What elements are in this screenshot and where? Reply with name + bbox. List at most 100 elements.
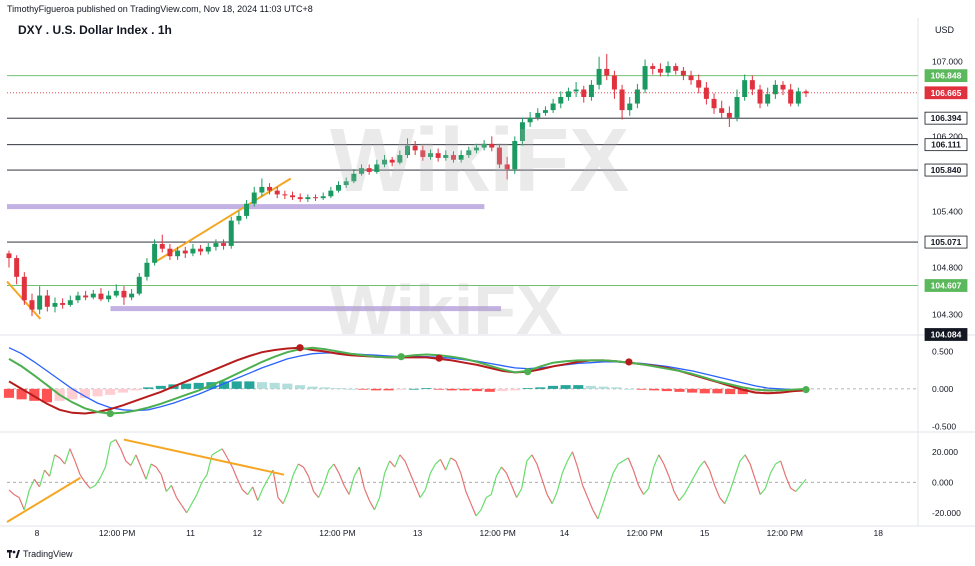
candle-body[interactable] (458, 155, 464, 160)
candle-body[interactable] (788, 89, 794, 104)
oscillator-trendline[interactable] (123, 438, 285, 476)
candle-body[interactable] (60, 303, 66, 305)
macd-cross-dot[interactable] (625, 358, 633, 366)
candle-body[interactable] (627, 103, 633, 111)
macd-cross-dot[interactable] (802, 386, 810, 394)
candle-body[interactable] (44, 295, 50, 307)
candle-body[interactable] (619, 89, 625, 111)
candle-body[interactable] (481, 143, 487, 148)
candle-body[interactable] (466, 150, 472, 156)
candle-body[interactable] (450, 155, 456, 160)
candle-body[interactable] (604, 68, 610, 76)
candle-body[interactable] (443, 155, 449, 158)
candle-body[interactable] (305, 197, 311, 200)
candle-body[interactable] (98, 293, 104, 300)
candle-body[interactable] (14, 258, 20, 277)
candle-body[interactable] (343, 181, 349, 186)
candle-body[interactable] (144, 262, 150, 277)
price-chart[interactable]: 107.000106.200105.400104.800104.300106.8… (0, 0, 975, 566)
candle-body[interactable] (113, 290, 119, 296)
candle-body[interactable] (550, 103, 556, 111)
candle-body[interactable] (121, 290, 127, 298)
candle-body[interactable] (320, 196, 326, 199)
candle-body[interactable] (136, 276, 142, 294)
candle-body[interactable] (588, 84, 594, 97)
candle-body[interactable] (405, 145, 410, 156)
candle-body[interactable] (757, 89, 763, 104)
candle-body[interactable] (382, 159, 388, 165)
candle-body[interactable] (198, 248, 204, 252)
macd-cross-dot[interactable] (524, 368, 532, 376)
candle-body[interactable] (435, 153, 441, 158)
candle-body[interactable] (412, 145, 418, 151)
candle-body[interactable] (175, 250, 181, 257)
candle-body[interactable] (565, 91, 571, 97)
candle-body[interactable] (267, 186, 273, 191)
candle-body[interactable] (680, 70, 686, 76)
candle-body[interactable] (397, 155, 403, 163)
macd-cross-dot[interactable] (397, 353, 405, 361)
candle-body[interactable] (496, 147, 502, 165)
macd-cross-dot[interactable] (435, 354, 443, 362)
candle-body[interactable] (558, 97, 564, 104)
candle-body[interactable] (519, 122, 525, 142)
candle-body[interactable] (313, 197, 319, 199)
candle-body[interactable] (772, 84, 778, 95)
candle-body[interactable] (673, 66, 679, 71)
candle-body[interactable] (213, 243, 219, 247)
candle-body[interactable] (535, 112, 541, 118)
candle-body[interactable] (290, 195, 296, 198)
candle-body[interactable] (328, 190, 334, 197)
macd-slow-line[interactable] (8, 346, 807, 415)
candle-body[interactable] (780, 84, 786, 90)
candle-body[interactable] (190, 248, 196, 254)
candle-body[interactable] (420, 150, 426, 157)
candle-body[interactable] (182, 250, 188, 254)
candle-body[interactable] (244, 203, 250, 216)
oscillator-pane[interactable] (6, 438, 918, 523)
candle-body[interactable] (21, 276, 27, 301)
candle-body[interactable] (159, 244, 165, 249)
candle-body[interactable] (581, 89, 587, 97)
oscillator-trendline[interactable] (6, 476, 81, 523)
candle-body[interactable] (742, 80, 748, 97)
tradingview-brand[interactable]: TradingView (7, 549, 73, 559)
candle-body[interactable] (634, 89, 640, 104)
candle-body[interactable] (336, 185, 342, 191)
candle-body[interactable] (359, 168, 365, 174)
candle-body[interactable] (129, 293, 135, 298)
candle-body[interactable] (259, 186, 265, 193)
candle-body[interactable] (152, 244, 158, 263)
candle-body[interactable] (167, 248, 173, 257)
candle-body[interactable] (803, 91, 809, 94)
candle-body[interactable] (703, 87, 709, 99)
candle-body[interactable] (90, 293, 96, 298)
candle-body[interactable] (696, 80, 702, 88)
candle-body[interactable] (297, 197, 303, 200)
candle-body[interactable] (6, 253, 12, 259)
candle-body[interactable] (29, 300, 35, 310)
candle-body[interactable] (274, 190, 280, 195)
candle-body[interactable] (75, 295, 81, 301)
candle-body[interactable] (726, 112, 732, 118)
candle-body[interactable] (657, 68, 663, 73)
candle-body[interactable] (665, 66, 671, 73)
candle-body[interactable] (504, 164, 510, 170)
candle-body[interactable] (650, 66, 656, 69)
candle-body[interactable] (374, 164, 380, 172)
macd-cross-dot[interactable] (296, 344, 304, 352)
candle-body[interactable] (489, 143, 495, 148)
candle-body[interactable] (795, 91, 801, 104)
macd-cross-dot[interactable] (106, 409, 114, 418)
candle-body[interactable] (596, 68, 602, 85)
candle-body[interactable] (37, 295, 43, 310)
candle-body[interactable] (67, 300, 73, 305)
candle-body[interactable] (473, 147, 479, 151)
candle-body[interactable] (351, 173, 357, 182)
candle-body[interactable] (52, 303, 58, 307)
candle-body[interactable] (711, 98, 717, 109)
candle-body[interactable] (389, 159, 395, 163)
price-pane[interactable] (6, 53, 919, 320)
candle-body[interactable] (611, 75, 617, 90)
candle-body[interactable] (765, 94, 771, 104)
